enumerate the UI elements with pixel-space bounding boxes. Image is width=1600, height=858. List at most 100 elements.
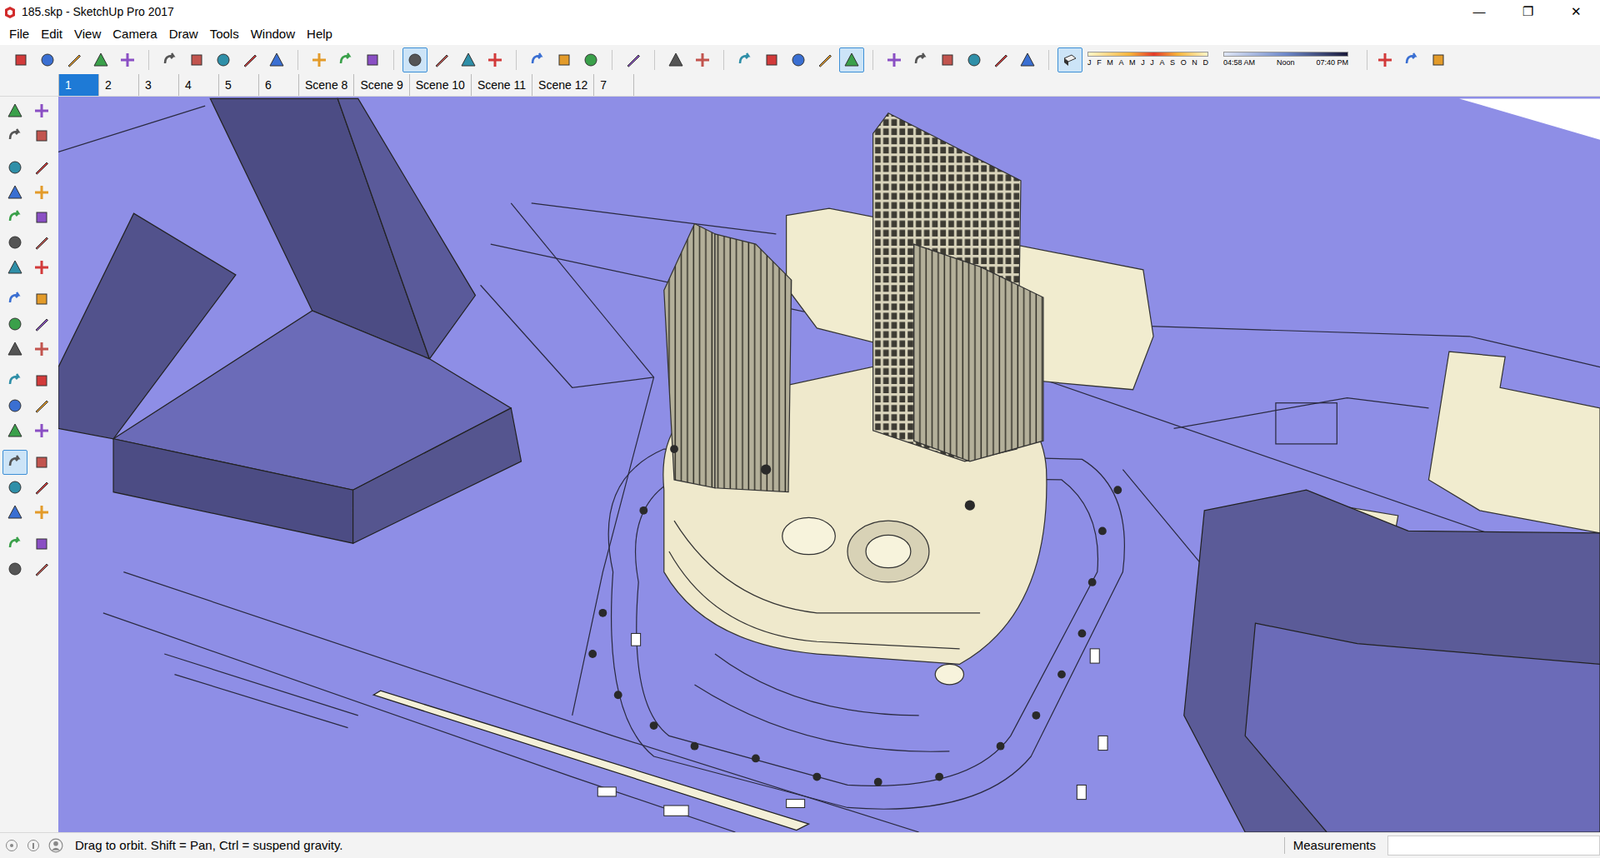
scene-tab[interactable]: Scene 9 — [354, 74, 410, 96]
tool-button[interactable] — [1372, 47, 1398, 73]
tool-button[interactable] — [482, 47, 508, 73]
scene-tab[interactable]: Scene 11 — [471, 74, 533, 96]
scene-tab[interactable]: Scene 12 — [532, 74, 595, 96]
tool-button[interactable] — [2, 180, 28, 205]
tool-button[interactable] — [839, 47, 865, 73]
tool-button[interactable] — [29, 418, 55, 444]
tool-button[interactable] — [157, 47, 183, 73]
tool-button[interactable] — [1399, 47, 1425, 73]
tool-button[interactable] — [961, 47, 987, 73]
tool-button[interactable] — [61, 47, 87, 73]
tool-button[interactable] — [732, 47, 758, 73]
minimize-button[interactable]: — — [1455, 0, 1504, 25]
measurements-input[interactable] — [1387, 835, 1600, 856]
tool-button[interactable] — [1425, 47, 1451, 73]
scene-tab[interactable]: 1 — [59, 74, 100, 96]
tool-button[interactable] — [29, 230, 55, 255]
tool-button[interactable] — [2, 255, 28, 280]
tool-button[interactable] — [115, 47, 140, 73]
tool-button[interactable] — [237, 47, 263, 73]
tool-button[interactable] — [29, 180, 55, 205]
tool-button[interactable] — [2, 450, 28, 475]
tool-button[interactable] — [759, 47, 785, 73]
menu-item[interactable]: Window — [245, 25, 301, 45]
menu-item[interactable]: Edit — [35, 25, 69, 45]
tool-button[interactable] — [1015, 47, 1040, 73]
tool-button[interactable] — [2, 205, 28, 230]
close-button[interactable]: ✕ — [1551, 0, 1600, 25]
tool-button[interactable] — [2, 475, 28, 500]
menu-item[interactable]: Draw — [163, 25, 205, 45]
tool-button[interactable] — [29, 531, 55, 557]
tool-button[interactable] — [2, 393, 28, 419]
tool-button[interactable] — [2, 368, 28, 394]
tool-button[interactable] — [429, 47, 455, 73]
model-view[interactable] — [58, 96, 1600, 833]
shadow-toggle[interactable] — [1057, 47, 1083, 73]
tool-button[interactable] — [402, 47, 428, 73]
tool-button[interactable] — [2, 286, 28, 312]
tool-button[interactable] — [88, 47, 114, 73]
tool-button[interactable] — [29, 556, 55, 582]
menu-item[interactable]: Help — [300, 25, 339, 45]
tool-button[interactable] — [29, 155, 55, 180]
tool-button[interactable] — [988, 47, 1014, 73]
viewport[interactable] — [58, 96, 1600, 833]
tool-button[interactable] — [812, 47, 838, 73]
tool-button[interactable] — [29, 123, 55, 149]
tool-button[interactable] — [455, 47, 481, 73]
tool-button[interactable] — [2, 556, 28, 582]
time-slider[interactable]: 04:58 AMNoon07:40 PM — [1223, 51, 1349, 68]
tool-button[interactable] — [663, 47, 689, 73]
tool-button[interactable] — [690, 47, 715, 73]
month-slider[interactable]: JFMAMJJASOND — [1087, 51, 1209, 68]
tool-button[interactable] — [29, 286, 55, 312]
credits-icon[interactable] — [26, 839, 40, 853]
tool-button[interactable] — [935, 47, 960, 73]
tool-button[interactable] — [2, 311, 28, 337]
scene-tab[interactable]: 2 — [99, 74, 140, 96]
tool-button[interactable] — [29, 205, 55, 230]
scene-tab[interactable]: 5 — [219, 74, 260, 96]
restore-button[interactable]: ❐ — [1503, 0, 1552, 25]
tool-button[interactable] — [29, 255, 55, 280]
scene-tab[interactable]: Scene 10 — [410, 74, 472, 96]
tool-button[interactable] — [264, 47, 290, 73]
tool-button[interactable] — [2, 418, 28, 444]
scene-tab[interactable]: 6 — [259, 74, 300, 96]
menu-item[interactable]: File — [3, 25, 35, 45]
menu-item[interactable]: View — [68, 25, 107, 45]
scene-tab[interactable]: Scene 8 — [299, 74, 355, 96]
tool-button[interactable] — [29, 368, 55, 394]
tool-button[interactable] — [29, 336, 55, 362]
tool-button[interactable] — [785, 47, 811, 73]
tool-button[interactable] — [2, 336, 28, 362]
tool-button[interactable] — [578, 47, 604, 73]
tool-button[interactable] — [29, 450, 55, 475]
tool-button[interactable] — [2, 230, 28, 255]
tool-button[interactable] — [908, 47, 934, 73]
tool-button[interactable] — [360, 47, 385, 73]
tool-button[interactable] — [29, 311, 55, 337]
scene-tab[interactable]: 3 — [139, 74, 180, 96]
tool-button[interactable] — [881, 47, 907, 73]
tool-button[interactable] — [2, 500, 28, 525]
scene-tab[interactable]: 7 — [594, 74, 635, 96]
tool-button[interactable] — [29, 393, 55, 419]
tool-button[interactable] — [306, 47, 332, 73]
scene-tab[interactable]: 4 — [179, 74, 220, 96]
tool-button[interactable] — [2, 123, 28, 149]
tool-button[interactable] — [525, 47, 550, 73]
tool-button[interactable] — [8, 47, 34, 73]
tool-button[interactable] — [2, 98, 28, 124]
tool-button[interactable] — [29, 500, 55, 525]
tool-button[interactable] — [551, 47, 577, 73]
tool-button[interactable] — [333, 47, 359, 73]
tool-button[interactable] — [184, 47, 210, 73]
geo-location-icon[interactable] — [5, 839, 19, 853]
tool-button[interactable] — [29, 98, 55, 124]
menu-item[interactable]: Tools — [204, 25, 245, 45]
menu-item[interactable]: Camera — [106, 25, 163, 45]
tool-button[interactable] — [620, 47, 646, 73]
tool-button[interactable] — [2, 531, 28, 557]
